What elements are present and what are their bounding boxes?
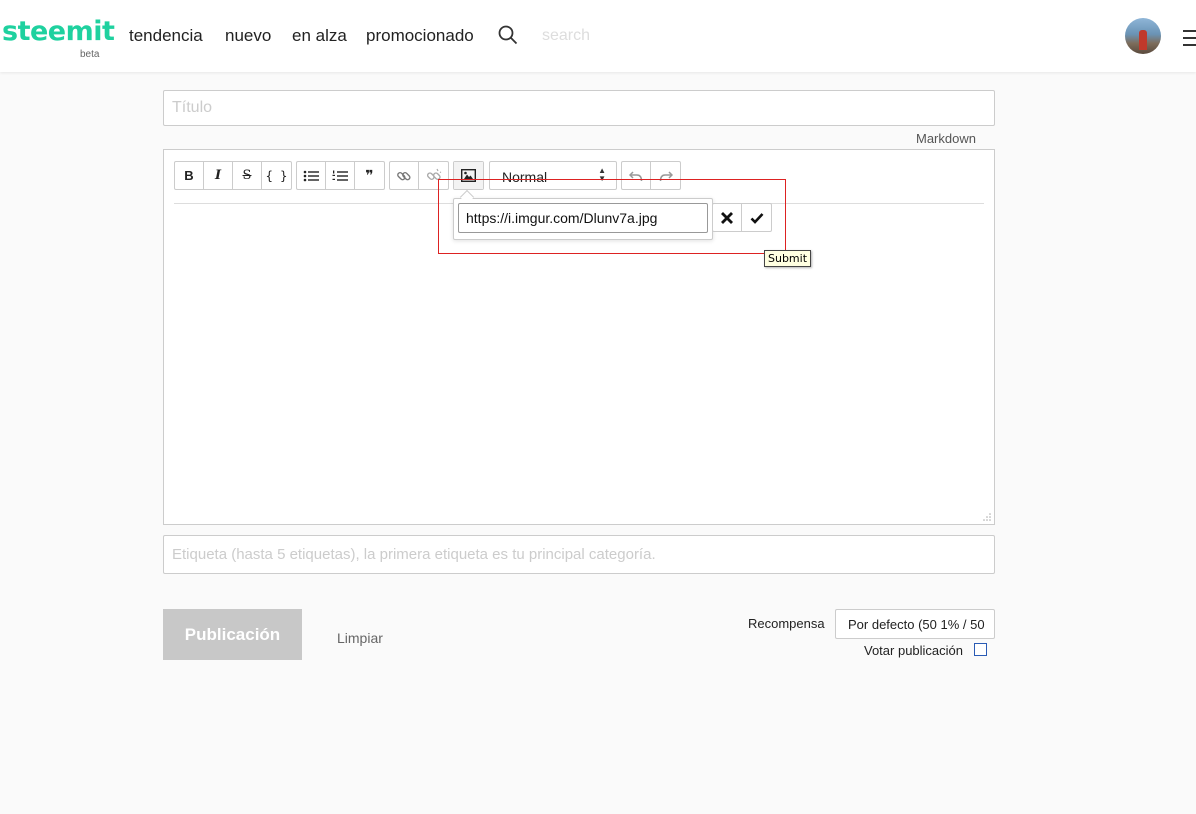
top-header: steemit beta tendencia nuevo en alza pro… <box>0 0 1196 72</box>
steemit-logo[interactable]: steemit <box>2 16 115 47</box>
numbered-list-icon <box>332 170 348 181</box>
bold-button[interactable]: B <box>175 162 204 189</box>
submit-button[interactable] <box>742 204 771 231</box>
unlink-icon <box>426 168 441 180</box>
title-input[interactable] <box>163 90 995 126</box>
reward-select[interactable]: Por defecto (50 1% / 50 <box>835 609 995 639</box>
history-button-group <box>621 161 681 190</box>
close-icon <box>721 211 733 224</box>
link-button-group <box>389 161 449 190</box>
clear-button[interactable]: Limpiar <box>337 630 383 646</box>
checkmark-icon <box>750 212 763 224</box>
image-button-group <box>453 161 484 190</box>
submit-tooltip: Submit <box>764 250 812 267</box>
menu-icon[interactable] <box>1183 30 1196 51</box>
avatar-figure <box>1139 30 1147 50</box>
vote-label: Votar publicación <box>864 643 964 658</box>
popup-button-group <box>712 203 772 232</box>
code-button[interactable]: { } <box>262 162 291 189</box>
resize-grip-icon[interactable] <box>983 513 991 521</box>
link-icon <box>397 171 411 180</box>
search-icon[interactable] <box>498 25 518 45</box>
image-icon <box>461 169 476 182</box>
tags-input[interactable] <box>163 535 995 574</box>
nav-promocionado[interactable]: promocionado <box>366 26 474 46</box>
image-button[interactable] <box>454 162 483 189</box>
nav-en-alza[interactable]: en alza <box>292 26 347 46</box>
format-button-group: B I S { } <box>174 161 292 190</box>
user-avatar[interactable] <box>1125 18 1161 54</box>
logo-beta-label: beta <box>80 49 100 60</box>
unlink-button[interactable] <box>419 162 448 189</box>
nav-nuevo[interactable]: nuevo <box>225 26 271 46</box>
undo-button[interactable] <box>622 162 651 189</box>
redo-icon <box>659 170 673 181</box>
blockquote-button[interactable]: ❞ <box>355 162 384 189</box>
heading-select[interactable]: Normal ▲ ▼ <box>489 161 617 190</box>
strikethrough-button[interactable]: S <box>233 162 262 189</box>
redo-button[interactable] <box>651 162 680 189</box>
list-button-group: ❞ <box>296 161 385 190</box>
numbered-list-button[interactable] <box>326 162 355 189</box>
cancel-button[interactable] <box>713 204 742 231</box>
bullet-list-icon <box>303 170 319 181</box>
undo-icon <box>629 170 643 181</box>
image-url-input[interactable] <box>458 203 708 233</box>
vote-checkbox[interactable] <box>974 643 987 656</box>
reward-label: Recompensa <box>748 616 825 631</box>
heading-select-value: Normal <box>502 169 548 185</box>
search-input[interactable] <box>536 22 676 50</box>
markdown-toggle-link[interactable]: Markdown <box>916 131 976 146</box>
link-button[interactable] <box>390 162 419 189</box>
select-arrows-icon: ▲ ▼ <box>598 166 606 183</box>
bullet-list-button[interactable] <box>297 162 326 189</box>
italic-button[interactable]: I <box>204 162 233 189</box>
nav-tendencia[interactable]: tendencia <box>129 26 203 46</box>
publish-button[interactable]: Publicación <box>163 609 302 660</box>
